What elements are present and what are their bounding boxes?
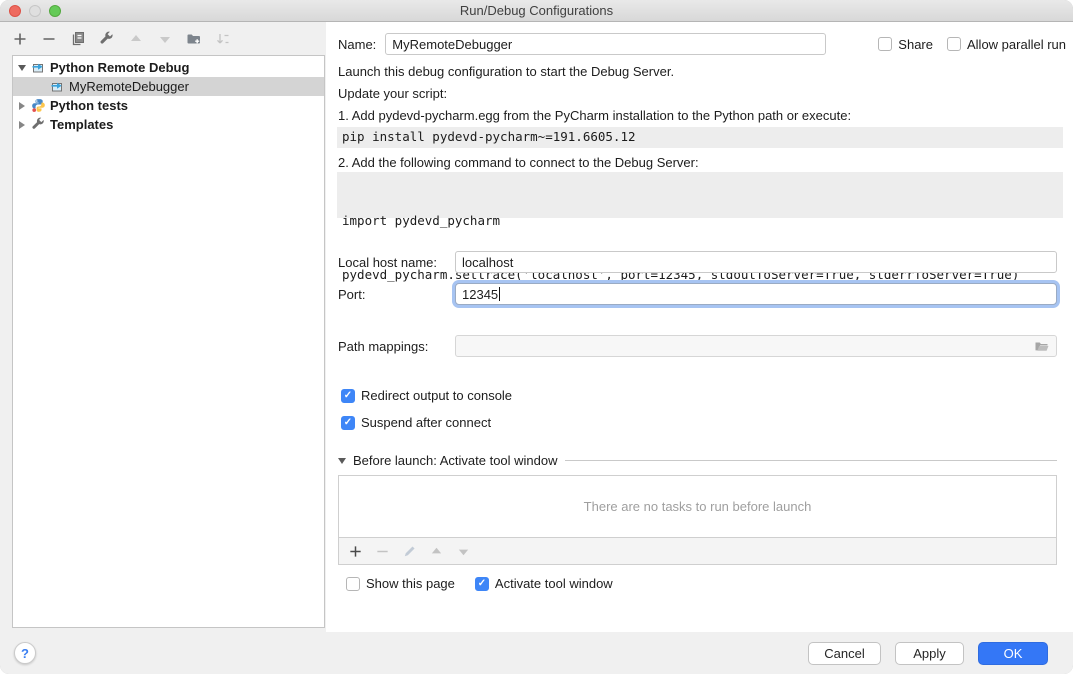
show-this-page-checkbox[interactable]	[346, 577, 360, 591]
remove-configuration-icon[interactable]	[41, 31, 57, 47]
share-checkbox[interactable]	[878, 37, 892, 51]
remote-debug-icon	[50, 79, 65, 94]
chevron-right-icon[interactable]	[13, 102, 31, 110]
redirect-output-checkbox[interactable]: ✓	[341, 389, 355, 403]
tree-item-label: Python tests	[50, 98, 128, 113]
add-configuration-icon[interactable]	[12, 31, 28, 47]
minimize-button[interactable]	[29, 5, 41, 17]
port-input[interactable]: 12345	[455, 283, 1057, 305]
chevron-right-icon[interactable]	[13, 121, 31, 129]
name-label: Name:	[338, 37, 376, 52]
text-caret	[499, 287, 500, 301]
check-icon: ✓	[478, 578, 486, 589]
close-button[interactable]	[9, 5, 21, 17]
activate-tool-window-checkbox[interactable]: ✓	[475, 577, 489, 591]
zoom-button[interactable]	[49, 5, 61, 17]
tree-item-python-remote-debug[interactable]: Python Remote Debug	[13, 58, 324, 77]
traffic-lights	[9, 5, 61, 17]
sort-configurations-icon[interactable]	[215, 31, 231, 47]
question-mark-icon: ?	[21, 646, 29, 661]
wrench-icon	[31, 117, 46, 132]
instruction-update: Update your script:	[338, 86, 447, 101]
name-input[interactable]	[385, 33, 826, 55]
check-icon: ✓	[344, 390, 352, 401]
tree-item-myremotedebugger[interactable]: MyRemoteDebugger	[13, 77, 324, 96]
settrace-snippet[interactable]: import pydevd_pycharm pydevd_pycharm.set…	[337, 172, 1063, 218]
port-value: 12345	[462, 287, 498, 302]
move-task-down-icon[interactable]	[455, 543, 471, 559]
path-mappings-label: Path mappings:	[338, 339, 455, 354]
chevron-down-icon[interactable]	[13, 65, 31, 71]
remote-debug-icon	[31, 60, 46, 75]
cancel-button[interactable]: Cancel	[808, 642, 881, 665]
apply-button[interactable]: Apply	[895, 642, 964, 665]
pip-install-snippet[interactable]: pip install pydevd-pycharm~=191.6605.12	[337, 127, 1063, 148]
tree-item-label: Templates	[50, 117, 113, 132]
allow-parallel-run-label: Allow parallel run	[967, 37, 1066, 52]
add-task-icon[interactable]	[347, 543, 363, 559]
share-label: Share	[898, 37, 933, 52]
suspend-after-connect-label: Suspend after connect	[361, 415, 491, 430]
collapse-triangle-icon[interactable]	[338, 458, 346, 464]
before-launch-toolbar	[338, 538, 1057, 565]
configuration-settings-panel: Name: Share Allow parallel run Launch th…	[326, 22, 1073, 632]
redirect-output-label: Redirect output to console	[361, 388, 512, 403]
remove-task-icon[interactable]	[374, 543, 390, 559]
tree-toolbar	[0, 22, 326, 55]
path-mappings-input[interactable]	[455, 335, 1057, 357]
empty-tasks-message: There are no tasks to run before launch	[584, 499, 812, 514]
before-launch-header: Before launch: Activate tool window	[353, 453, 558, 468]
suspend-after-connect-checkbox[interactable]: ✓	[341, 416, 355, 430]
python-icon	[31, 98, 46, 113]
local-host-name-input[interactable]	[455, 251, 1057, 273]
ok-button[interactable]: OK	[978, 642, 1048, 665]
section-divider	[565, 460, 1057, 461]
configurations-tree: Python Remote Debug MyRemoteDebugger Pyt…	[12, 55, 325, 628]
allow-parallel-run-checkbox[interactable]	[947, 37, 961, 51]
activate-tool-window-label: Activate tool window	[495, 576, 613, 591]
tree-item-python-tests[interactable]: Python tests	[13, 96, 324, 115]
tree-item-label: MyRemoteDebugger	[69, 79, 189, 94]
tree-item-templates[interactable]: Templates	[13, 115, 324, 134]
run-debug-configurations-dialog: Run/Debug Configurations	[0, 0, 1073, 674]
tree-item-label: Python Remote Debug	[50, 60, 189, 75]
configurations-sidebar: Python Remote Debug MyRemoteDebugger Pyt…	[0, 22, 326, 632]
titlebar: Run/Debug Configurations	[0, 0, 1073, 22]
local-host-name-label: Local host name:	[338, 255, 455, 270]
move-task-up-icon[interactable]	[428, 543, 444, 559]
port-label: Port:	[338, 287, 455, 302]
show-this-page-label: Show this page	[366, 576, 455, 591]
help-button[interactable]: ?	[14, 642, 36, 664]
copy-configuration-icon[interactable]	[70, 31, 86, 47]
instruction-step2: 2. Add the following command to connect …	[338, 155, 699, 170]
settrace-line1: import pydevd_pycharm	[342, 212, 1058, 230]
edit-task-pencil-icon[interactable]	[401, 543, 417, 559]
move-down-icon[interactable]	[157, 31, 173, 47]
new-folder-icon[interactable]	[186, 31, 202, 47]
window-title: Run/Debug Configurations	[460, 3, 613, 18]
before-launch-task-list[interactable]: There are no tasks to run before launch	[338, 475, 1057, 538]
browse-folder-icon[interactable]	[1034, 339, 1050, 358]
instruction-intro: Launch this debug configuration to start…	[338, 64, 674, 79]
edit-templates-wrench-icon[interactable]	[99, 31, 115, 47]
move-up-icon[interactable]	[128, 31, 144, 47]
check-icon: ✓	[344, 417, 352, 428]
dialog-footer: ? Cancel Apply OK	[0, 632, 1073, 674]
instruction-step1: 1. Add pydevd-pycharm.egg from the PyCha…	[338, 108, 851, 123]
